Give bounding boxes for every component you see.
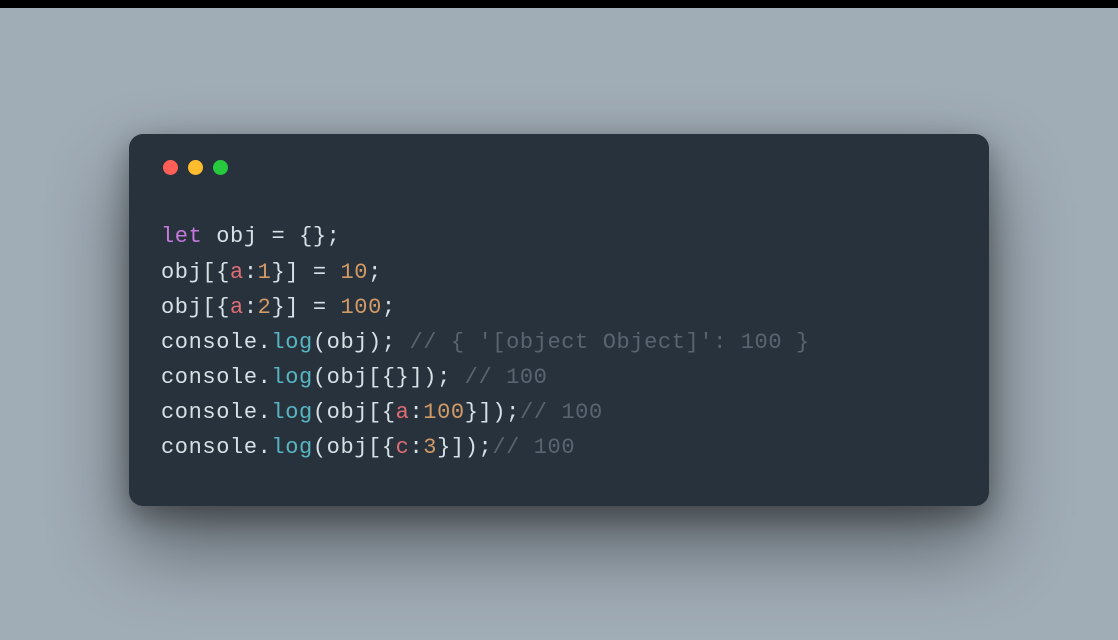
number-100: 100 (423, 400, 464, 425)
number-2: 2 (258, 295, 272, 320)
page-top-bar (0, 0, 1118, 8)
number-1: 1 (258, 260, 272, 285)
func-log: log (271, 365, 312, 390)
keyword-let: let (161, 224, 202, 249)
func-log: log (271, 435, 312, 460)
code-line-2: obj[{a:1}] = 10; (161, 260, 382, 285)
code-line-3: obj[{a:2}] = 100; (161, 295, 396, 320)
prop-a: a (396, 400, 410, 425)
number-3: 3 (423, 435, 437, 460)
prop-c: c (396, 435, 410, 460)
code-line-7: console.log(obj[{c:3}]);// 100 (161, 435, 575, 460)
close-icon[interactable] (163, 160, 178, 175)
comment: // { '[object Object]': 100 } (409, 330, 809, 355)
code-line-6: console.log(obj[{a:100}]);// 100 (161, 400, 603, 425)
code-line-5: console.log(obj[{}]); // 100 (161, 365, 548, 390)
prop-a: a (230, 260, 244, 285)
zoom-icon[interactable] (213, 160, 228, 175)
number-10: 10 (340, 260, 368, 285)
stage: let obj = {}; obj[{a:1}] = 10; obj[{a:2}… (0, 0, 1118, 640)
identifier-obj: obj (216, 224, 257, 249)
comment: // 100 (520, 400, 603, 425)
comment: // 100 (465, 365, 548, 390)
window-controls (163, 160, 957, 175)
code-block: let obj = {}; obj[{a:1}] = 10; obj[{a:2}… (161, 219, 957, 465)
code-line-4: console.log(obj); // { '[object Object]'… (161, 330, 810, 355)
prop-a: a (230, 295, 244, 320)
func-log: log (271, 400, 312, 425)
code-window: let obj = {}; obj[{a:1}] = 10; obj[{a:2}… (129, 134, 989, 505)
minimize-icon[interactable] (188, 160, 203, 175)
number-100: 100 (340, 295, 381, 320)
comment: // 100 (492, 435, 575, 460)
func-log: log (271, 330, 312, 355)
code-line-1: let obj = {}; (161, 224, 340, 249)
